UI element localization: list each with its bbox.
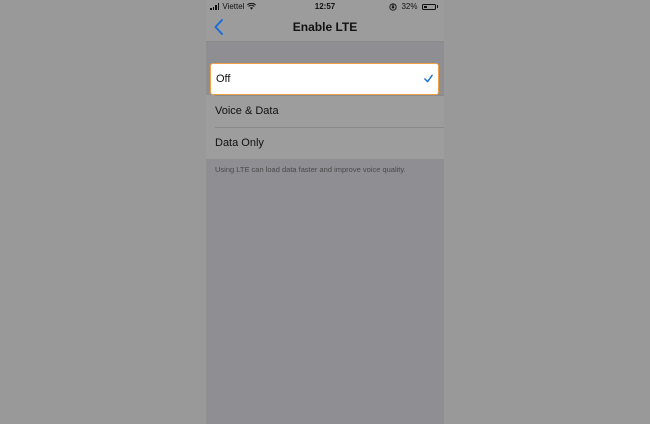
option-voice-data[interactable]: Voice & Data (206, 95, 444, 127)
option-label: Data Only (215, 137, 264, 149)
footer-note: Using LTE can load data faster and impro… (215, 165, 406, 174)
page-title: Enable LTE (292, 20, 358, 34)
option-off[interactable]: Off (210, 63, 439, 95)
status-right: 32% (389, 2, 438, 11)
option-label: Off (216, 73, 231, 85)
navigation-bar: Enable LTE (206, 13, 444, 42)
option-label: Voice & Data (215, 105, 279, 117)
lte-options-list: Off Voice & Data Data Only (206, 63, 444, 159)
option-data-only[interactable]: Data Only (206, 127, 444, 159)
battery-icon (421, 3, 438, 10)
orientation-lock-icon (389, 2, 398, 11)
phone-screen: Viettel 12:57 32% Enable LTE Off Voice &… (206, 0, 444, 424)
battery-percent: 32% (401, 2, 418, 11)
status-bar: Viettel 12:57 32% (206, 0, 444, 13)
checkmark-icon (424, 74, 433, 83)
